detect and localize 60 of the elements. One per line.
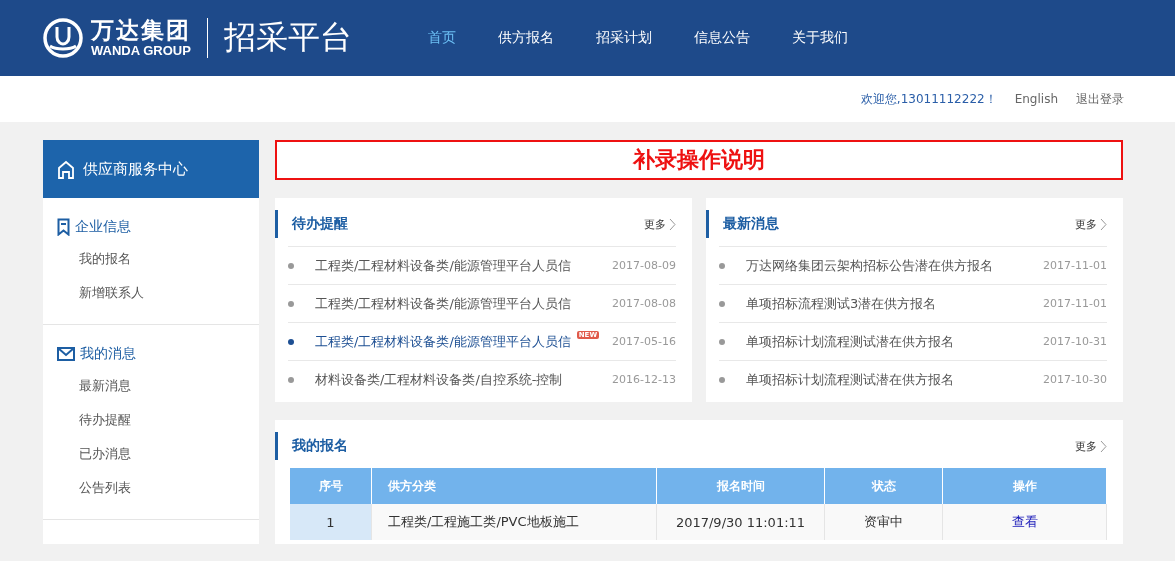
date-text: 2017-05-16	[612, 335, 676, 348]
panel-title: 我的报名	[292, 437, 348, 455]
logout-link[interactable]: 退出登录	[1076, 90, 1124, 108]
list-link[interactable]: 单项招标计划流程测试潜在供方报名	[746, 332, 954, 351]
date-text: 2017-08-09	[612, 259, 676, 272]
nav-link[interactable]: 首页	[422, 29, 462, 47]
column-header: 操作	[943, 468, 1107, 504]
date-text: 2017-10-31	[1043, 335, 1107, 348]
more-link[interactable]: 更多	[644, 216, 676, 232]
language-link[interactable]: English	[1014, 92, 1058, 106]
more-link[interactable]: 更多	[1075, 216, 1107, 232]
sidebar-title: 供应商服务中心	[83, 159, 188, 179]
date-text: 2016-12-13	[612, 373, 676, 386]
list-link[interactable]: 工程类/工程材料设备类/能源管理平台人员信	[315, 256, 571, 275]
list-link[interactable]: 单项招标流程测试3潜在供方报名	[746, 294, 937, 313]
chevron-right-icon	[1100, 439, 1107, 453]
sidebar-item[interactable]: 公告列表	[43, 471, 259, 505]
column-header: 状态	[825, 468, 943, 504]
logo-subtitle: WANDA GROUP	[91, 43, 191, 59]
group-title: 企业信息	[75, 218, 131, 236]
table-cell: 工程类/工程施工类/PVC地板施工	[372, 504, 657, 540]
sidebar-item[interactable]: 新增联系人	[43, 276, 259, 310]
platform-title: 招采平台	[224, 17, 352, 58]
nav-link[interactable]: 信息公告	[688, 29, 756, 47]
nav-link[interactable]: 招采计划	[590, 29, 658, 47]
view-link[interactable]: 查看	[1011, 513, 1038, 531]
more-link[interactable]: 更多	[1075, 438, 1107, 454]
group-title: 我的消息	[80, 345, 136, 363]
home-icon	[57, 159, 75, 179]
nav-link[interactable]: 关于我们	[786, 29, 854, 47]
chevron-right-icon	[1100, 217, 1107, 231]
date-text: 2017-11-01	[1043, 259, 1107, 272]
sidebar-item[interactable]: 已办消息	[43, 437, 259, 471]
date-text: 2017-08-08	[612, 297, 676, 310]
mail-icon	[57, 347, 75, 361]
table-cell: 资审中	[825, 504, 943, 540]
column-header: 序号	[290, 468, 372, 504]
panel-title: 待办提醒	[292, 215, 348, 233]
list-link[interactable]: 万达网络集团云架构招标公告潜在供方报名	[746, 256, 993, 275]
panel-title: 最新消息	[723, 215, 779, 233]
chevron-right-icon	[669, 217, 676, 231]
logo-name: 万达集团	[91, 17, 191, 43]
welcome-text: 欢迎您,13011112222！	[860, 90, 997, 108]
list-link[interactable]: 工程类/工程材料设备类/能源管理平台人员信	[315, 332, 571, 351]
nav-link[interactable]: 供方报名	[492, 29, 560, 47]
list-link[interactable]: 单项招标计划流程测试潜在供方报名	[746, 370, 954, 389]
bookmark-icon	[57, 218, 70, 236]
column-header: 报名时间	[657, 468, 825, 504]
date-text: 2017-10-30	[1043, 373, 1107, 386]
table-cell: 2017/9/30 11:01:11	[657, 504, 825, 540]
sidebar-item[interactable]: 我的报名	[43, 242, 259, 276]
sidebar-item[interactable]: 最新消息	[43, 369, 259, 403]
date-text: 2017-11-01	[1043, 297, 1107, 310]
notice-banner[interactable]: 补录操作说明	[275, 140, 1123, 180]
column-header: 供方分类	[372, 468, 657, 504]
table-cell: 1	[290, 504, 372, 540]
list-link[interactable]: 材料设备类/工程材料设备类/自控系统-控制	[315, 370, 563, 389]
list-link[interactable]: 工程类/工程材料设备类/能源管理平台人员信	[315, 294, 571, 313]
logo-icon	[43, 18, 83, 58]
sidebar-item[interactable]: 待办提醒	[43, 403, 259, 437]
